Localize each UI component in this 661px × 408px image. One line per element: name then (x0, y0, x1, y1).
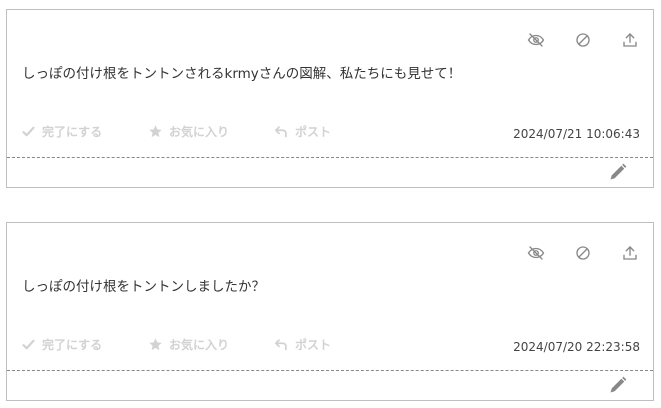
star-icon (149, 338, 162, 351)
post-button[interactable]: ポスト (274, 336, 331, 353)
eye-slash-icon[interactable] (526, 30, 546, 50)
block-icon[interactable] (573, 243, 593, 263)
complete-button[interactable]: 完了にする (21, 123, 148, 140)
reply-arrow-icon (275, 126, 287, 138)
post-timestamp: 2024/07/20 22:23:58 (513, 340, 640, 354)
post-card-footer (7, 371, 653, 400)
eye-slash-icon[interactable] (526, 243, 546, 263)
post-message: しっぽの付け根をトントンされるkrmyさんの図解、私たちにも見せて！ (22, 66, 462, 82)
pencil-icon[interactable] (608, 375, 628, 395)
post-card: しっぽの付け根をトントンされるkrmyさんの図解、私たちにも見せて！ 完了にする… (6, 9, 654, 188)
reply-arrow-icon (275, 339, 287, 351)
post-message: しっぽの付け根をトントンしましたか？ (22, 279, 265, 295)
post-label: ポスト (295, 338, 332, 352)
complete-label: 完了にする (42, 338, 103, 352)
post-actions: 完了にする お気に入り ポスト (21, 123, 331, 140)
post-label: ポスト (295, 125, 332, 139)
check-icon (22, 339, 35, 350)
post-button[interactable]: ポスト (274, 123, 331, 140)
upload-icon[interactable] (620, 30, 640, 50)
post-timestamp: 2024/07/21 10:06:43 (513, 127, 640, 141)
post-card: しっぽの付け根をトントンしましたか？ 完了にする お気に入り ポスト 2024/… (6, 222, 654, 401)
complete-button[interactable]: 完了にする (21, 336, 148, 353)
pencil-icon[interactable] (608, 162, 628, 182)
post-toolbar (526, 30, 640, 50)
star-icon (149, 125, 162, 138)
complete-label: 完了にする (42, 125, 103, 139)
favorite-button[interactable]: お気に入り (148, 123, 274, 140)
post-card-footer (7, 158, 653, 187)
favorite-button[interactable]: お気に入り (148, 336, 274, 353)
upload-icon[interactable] (620, 243, 640, 263)
favorite-label: お気に入り (169, 338, 230, 352)
block-icon[interactable] (573, 30, 593, 50)
post-card-body: しっぽの付け根をトントンされるkrmyさんの図解、私たちにも見せて！ 完了にする… (7, 10, 653, 157)
check-icon (22, 126, 35, 137)
post-toolbar (526, 243, 640, 263)
favorite-label: お気に入り (169, 125, 230, 139)
post-actions: 完了にする お気に入り ポスト (21, 336, 331, 353)
post-card-body: しっぽの付け根をトントンしましたか？ 完了にする お気に入り ポスト 2024/… (7, 223, 653, 370)
